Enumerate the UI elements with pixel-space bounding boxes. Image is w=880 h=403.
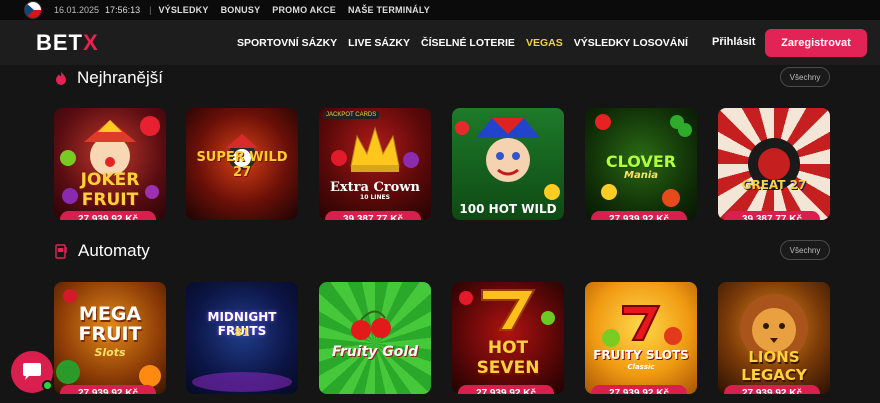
section-header-popular: Nejhranější <box>55 68 163 88</box>
game-subtitle: Slots <box>94 346 126 359</box>
game-name: Fruity Gold <box>331 344 419 360</box>
game-tile-great-27[interactable]: GREAT 27 39 387,77 Kč <box>718 108 830 220</box>
jackpot-badge: 39 387,77 Kč <box>724 211 820 220</box>
logo-x: X <box>83 29 99 55</box>
flame-icon <box>56 71 66 85</box>
dartboard-icon <box>748 138 800 190</box>
cherries-icon <box>351 310 391 340</box>
nav-draw-results[interactable]: VÝSLEDKY LOSOVÁNÍ <box>574 37 688 49</box>
game-subtitle: Mania <box>624 170 658 181</box>
game-tile-super-wild-27[interactable]: SUPER WILD 27 <box>186 108 298 220</box>
game-subtitle: Classic <box>627 363 655 371</box>
game-tile-fruity-gold[interactable]: Fruity Gold <box>319 282 431 394</box>
game-tile-100-hot-wild[interactable]: 100 HOT WILD <box>452 108 564 220</box>
jackpot-badge: 27 939,92 Kč <box>591 211 687 220</box>
nav-lotteries[interactable]: ČÍSELNÉ LOTERIE <box>421 37 515 49</box>
slot-machine-icon <box>55 243 67 259</box>
section-header-slots: Automaty <box>55 241 150 261</box>
game-tile-clover-mania[interactable]: CLOVER Mania 27 939,92 Kč <box>585 108 697 220</box>
chat-bubble-icon <box>23 363 41 380</box>
game-name: GREAT 27 <box>741 178 807 192</box>
game-tile-mega-fruit[interactable]: MEGA FRUIT Slots 27 939,92 Kč <box>54 282 166 394</box>
topbar-link-bonuses[interactable]: BONUSY <box>221 5 261 15</box>
jackpot-badge: 27 939,92 Kč <box>458 385 554 394</box>
game-name: Extra Crown <box>330 180 420 195</box>
czech-flag-icon[interactable] <box>24 1 42 19</box>
section-title: Nejhranější <box>77 68 163 87</box>
current-time: 17:56:13 <box>105 5 141 15</box>
nav-vegas[interactable]: VEGAS <box>526 37 563 49</box>
view-all-button[interactable]: Všechny <box>780 240 830 260</box>
jackpot-badge: 27 939,92 Kč <box>724 385 820 394</box>
main-header: BETX SPORTOVNÍ SÁZKY LIVE SÁZKY ČÍSELNÉ … <box>0 20 880 65</box>
seven-fruits-icon <box>602 305 682 347</box>
jackpot-badge: 27 939,92 Kč <box>591 385 687 394</box>
topbar-link-promo[interactable]: PROMO AKCE <box>272 5 336 15</box>
crown-icon <box>331 126 419 172</box>
game-name: FRUITY SLOTS <box>593 348 689 362</box>
nav-sports-betting[interactable]: SPORTOVNÍ SÁZKY <box>237 37 337 49</box>
game-name: CLOVER <box>605 152 677 171</box>
betx-logo[interactable]: BETX <box>36 30 128 56</box>
game-name: LIONS LEGACY <box>741 348 807 384</box>
jackpot-badge: 27 939,92 Kč <box>60 385 156 394</box>
game-tile-joker-fruit[interactable]: JOKER FRUIT 27 939,92 Kč <box>54 108 166 220</box>
game-tile-midnight-fruits[interactable]: MIDNIGHT FRUITS 81 <box>186 282 298 394</box>
game-name: JOKER FRUIT <box>80 170 140 210</box>
game-tile-lions-legacy[interactable]: LIONS LEGACY 27 939,92 Kč <box>718 282 830 394</box>
current-date: 16.01.2025 <box>54 5 100 15</box>
game-name: 100 HOT WILD <box>459 202 557 216</box>
chat-button[interactable] <box>11 351 53 393</box>
game-subtitle: 10 LINES <box>360 194 390 201</box>
game-tile-hot-seven[interactable]: HOT SEVEN 27 939,92 Kč <box>452 282 564 394</box>
topbar-link-terminals[interactable]: NAŠE TERMINÁLY <box>348 5 430 15</box>
view-all-button[interactable]: Všechny <box>780 67 830 87</box>
game-tile-fruity-slots[interactable]: FRUITY SLOTS Classic 27 939,92 Kč <box>585 282 697 394</box>
nav-live-betting[interactable]: LIVE SÁZKY <box>348 37 410 49</box>
game-name: SUPER WILD 27 <box>196 150 288 180</box>
divider: | <box>149 5 152 15</box>
logo-text: BET <box>36 29 83 55</box>
moon-glow-icon <box>192 372 292 392</box>
game-name: HOT SEVEN <box>476 338 540 378</box>
topbar-link-results[interactable]: VÝSLEDKY <box>158 5 208 15</box>
login-button[interactable]: Přihlásit <box>712 36 755 48</box>
top-bar: 16.01.2025 17:56:13 | VÝSLEDKY BONUSY PR… <box>0 0 880 20</box>
game-tile-extra-crown[interactable]: JACKPOT CARDS Extra Crown 10 LINES 39 38… <box>319 108 431 220</box>
jackpot-badge: 39 387,77 Kč <box>325 211 421 220</box>
register-button[interactable]: Zaregistrovat <box>765 29 867 57</box>
section-title: Automaty <box>78 241 150 260</box>
online-status-dot <box>42 380 53 391</box>
game-name: MEGA FRUIT <box>78 303 142 345</box>
main-nav: SPORTOVNÍ SÁZKY LIVE SÁZKY ČÍSELNÉ LOTER… <box>237 20 688 65</box>
jackpot-badge: 27 939,92 Kč <box>60 211 156 220</box>
